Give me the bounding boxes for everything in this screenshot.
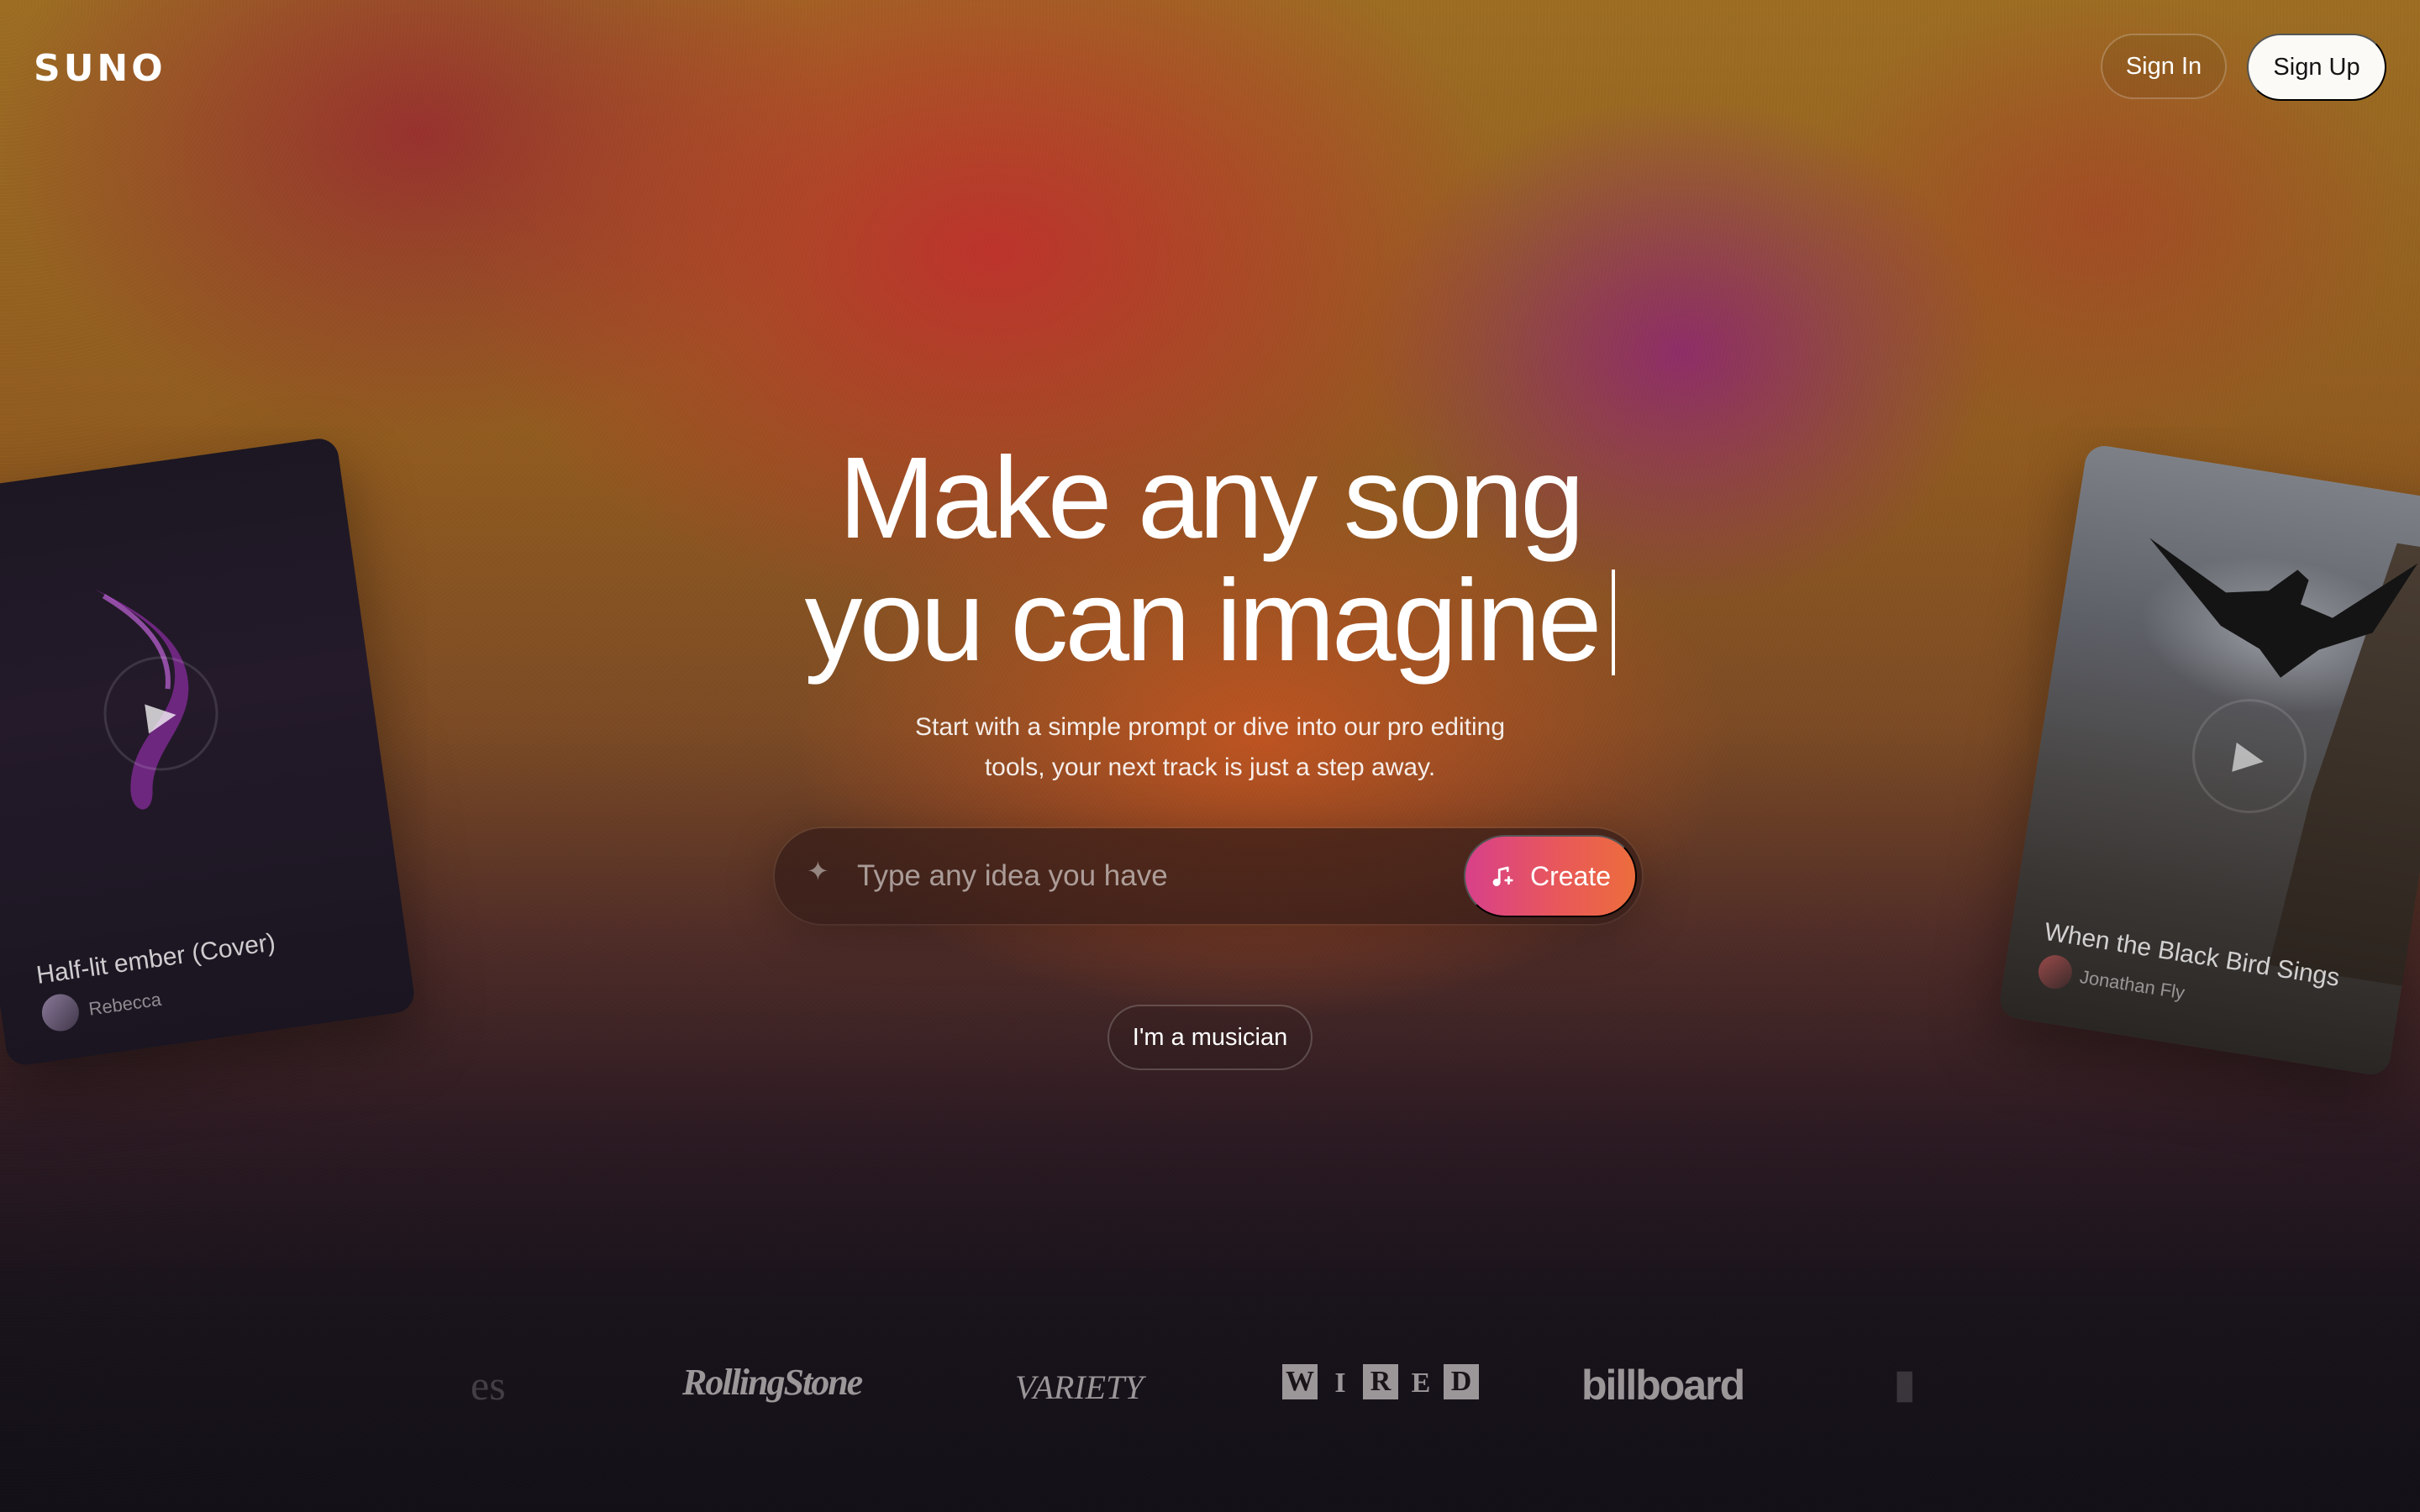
create-button-label: Create <box>1529 860 1612 891</box>
sign-in-button[interactable]: Sign In <box>2101 34 2227 99</box>
hero-title: Make any song you can imagine <box>706 437 1714 682</box>
song-author[interactable]: Rebecca <box>87 989 163 1021</box>
wired-letter: E <box>1411 1368 1431 1399</box>
avatar <box>39 991 82 1034</box>
rolling-stone-logo: RollingStone <box>682 1362 863 1403</box>
wired-logo: W I R E D <box>1282 1364 1479 1403</box>
forbes-logo: es <box>471 1362 506 1409</box>
press-logos: es RollingStone VARIETY W I R E D billbo… <box>0 1361 2420 1428</box>
wired-letter: W <box>1282 1364 1318 1399</box>
music-note-icon <box>1492 866 1513 886</box>
prompt-bar: ✦ Create <box>775 828 1642 924</box>
variety-logo: VARIETY <box>1015 1368 1144 1406</box>
sign-up-button[interactable]: Sign Up <box>2247 34 2386 101</box>
wired-letter: R <box>1363 1364 1398 1399</box>
partial-logo: ▮ <box>1894 1362 1916 1405</box>
song-author[interactable]: Jonathan Fly <box>2078 966 2186 1004</box>
musician-button[interactable]: I'm a musician <box>1107 1005 1313 1070</box>
sparkle-icon: ✦ <box>807 856 829 886</box>
wired-letter: D <box>1444 1364 1479 1399</box>
hero-subtitle-line-2: tools, your next track is just a step aw… <box>984 753 1436 781</box>
hero-subtitle: Start with a simple prompt or dive into … <box>874 707 1546 788</box>
hero-title-line-1: Make any song <box>839 433 1585 563</box>
suno-logo[interactable]: SUNO <box>34 47 166 90</box>
typing-caret <box>1612 570 1616 675</box>
cover-art-bird <box>2149 538 2418 678</box>
create-button[interactable]: Create <box>1464 835 1637 917</box>
prompt-input[interactable] <box>855 850 1380 902</box>
song-title[interactable]: Half-lit ember (Cover) <box>34 928 277 990</box>
billboard-logo: billboard <box>1581 1362 1745 1409</box>
avatar <box>2036 953 2075 992</box>
hero-subtitle-line-1: Start with a simple prompt or dive into … <box>915 713 1505 741</box>
wired-letter: I <box>1334 1368 1346 1399</box>
hero-title-line-2: you can imagine <box>804 556 1602 685</box>
